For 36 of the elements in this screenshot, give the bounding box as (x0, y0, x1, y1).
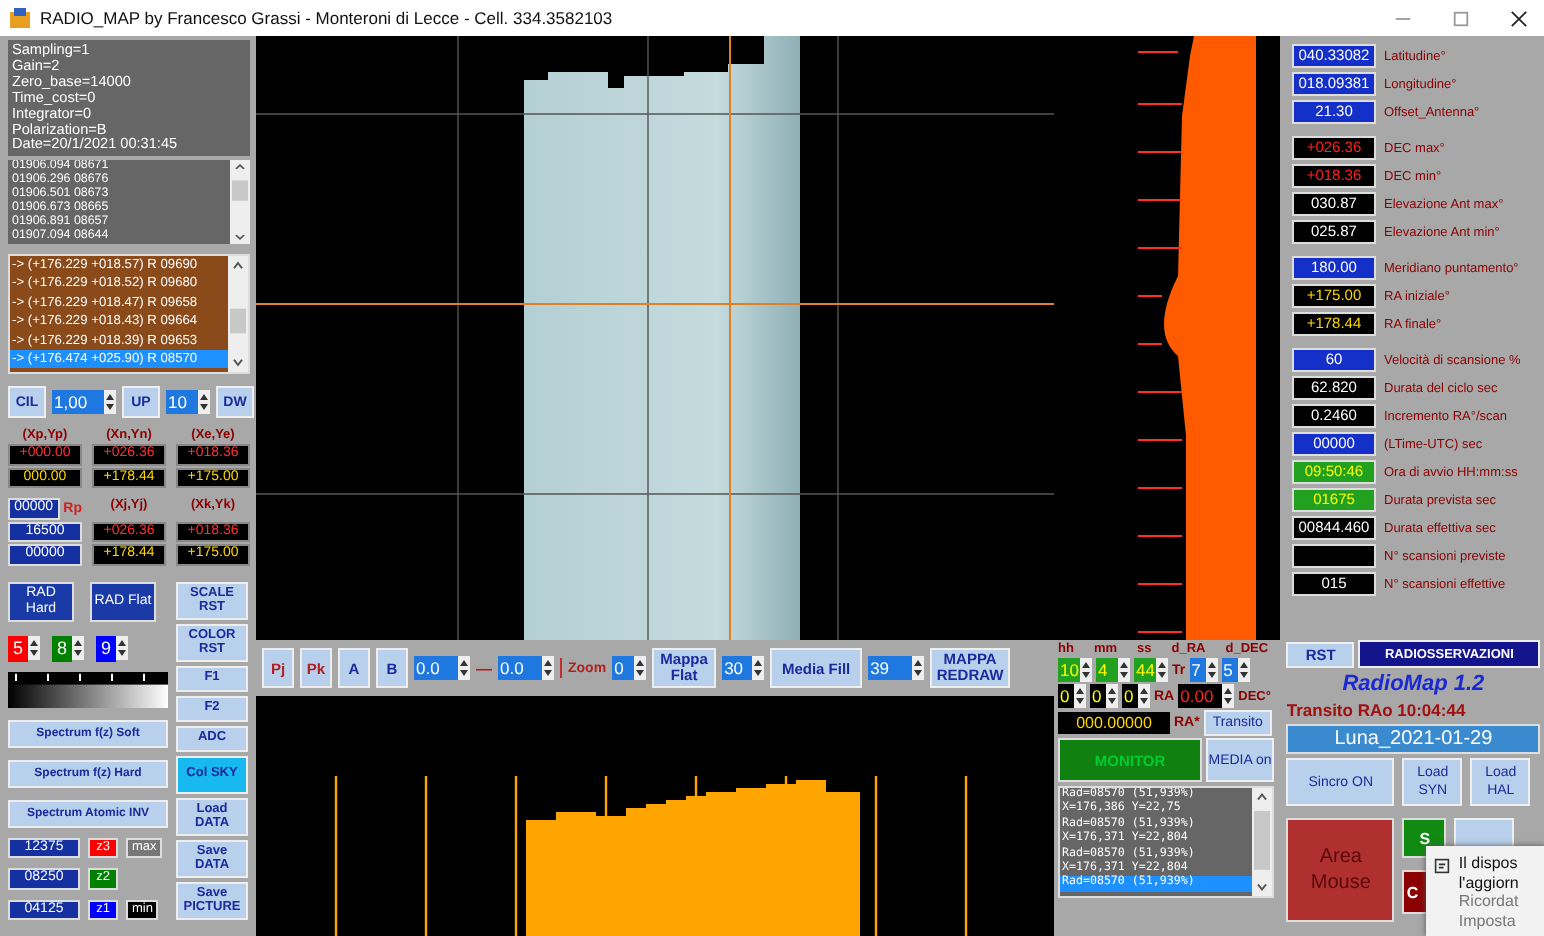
spinner-arrows-icon[interactable] (1118, 658, 1130, 682)
spinner-arrows-icon[interactable] (72, 635, 84, 659)
notification-toast[interactable]: Il dispos l'aggiorn Ricordat Imposta (1426, 846, 1544, 936)
spinner-arrows-icon[interactable] (1156, 658, 1168, 682)
spinner-arrows-icon[interactable] (542, 656, 554, 680)
ra-readout: 000.00000 (1058, 712, 1170, 734)
spinner-arrows-icon[interactable] (458, 656, 470, 680)
window-title: RADIO_MAP by Francesco Grassi - Monteroni di Lecce - Cell. 334.3582103 (40, 8, 615, 28)
range-dash: — (476, 659, 492, 677)
spinner-arrows-icon[interactable] (1138, 684, 1150, 708)
spinner-arrows-icon[interactable] (28, 635, 40, 659)
scrollbar[interactable] (230, 160, 250, 244)
notification-icon (1434, 858, 1451, 874)
spinner-arrows-icon[interactable] (912, 656, 925, 680)
transit-time: Transito RAo 10:04:44 (1286, 700, 1468, 720)
spinner-arrows-icon[interactable] (104, 390, 116, 414)
value-field (1292, 544, 1376, 568)
spinner-arrows-icon[interactable] (198, 390, 210, 414)
notification-text: Imposta (1458, 911, 1518, 930)
notification-text: l'aggiorn (1458, 873, 1519, 892)
spinner-arrows-icon[interactable] (1080, 658, 1092, 682)
close-icon[interactable] (1510, 9, 1528, 27)
notification-text: Il dispos (1458, 854, 1519, 873)
spinner-arrows-icon[interactable] (1106, 684, 1118, 708)
spinner-arrows-icon[interactable] (752, 656, 765, 680)
scrollbar[interactable] (228, 256, 248, 372)
maximize-icon[interactable] (1452, 9, 1470, 27)
spinner-arrows-icon[interactable] (634, 656, 647, 680)
notification-text: Ricordat (1458, 892, 1519, 911)
spinner-arrows-icon[interactable] (1074, 684, 1086, 708)
scrollbar[interactable] (1252, 788, 1272, 896)
session-field[interactable]: Luna_2021-01-29 (1286, 724, 1540, 754)
spinner-arrows-icon[interactable] (1222, 684, 1235, 708)
app-icon (8, 6, 32, 30)
spinner-arrows-icon[interactable] (116, 635, 128, 659)
app-title: RadioMap 1.2 (1340, 672, 1487, 696)
